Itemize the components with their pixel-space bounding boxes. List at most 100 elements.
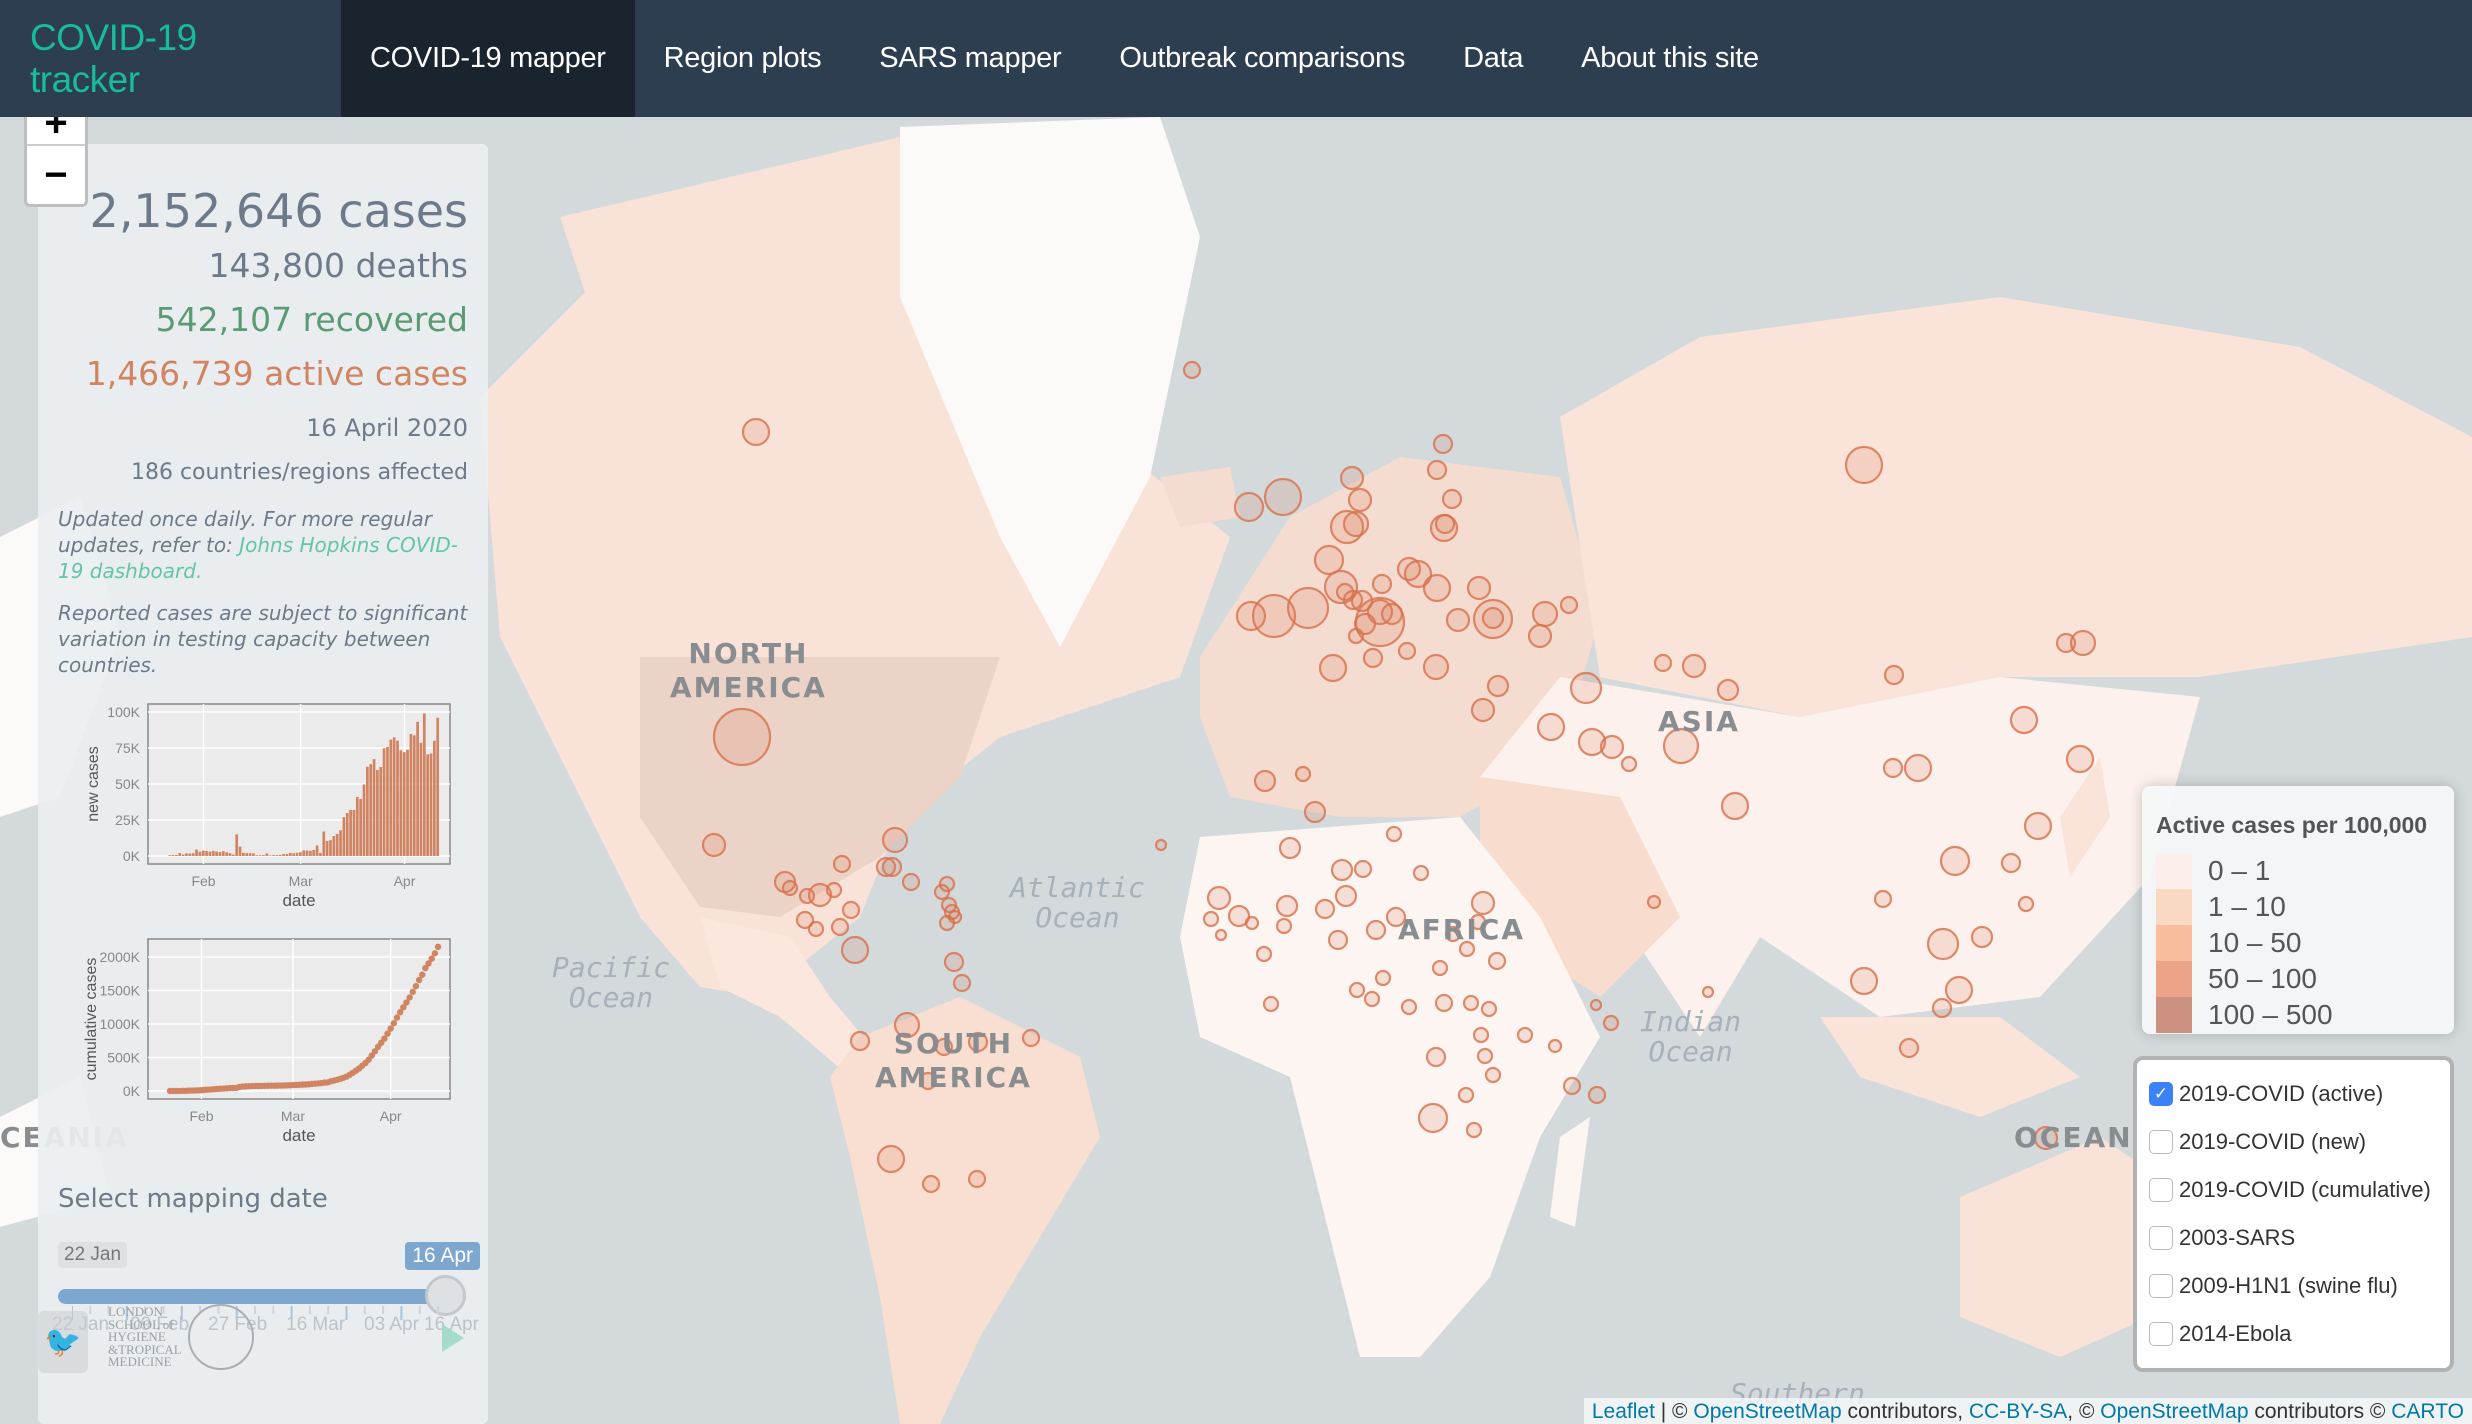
bar — [362, 784, 366, 856]
layer-option-covid-cumulative[interactable]: 2019-COVID (cumulative) — [2149, 1166, 2438, 1214]
case-bubble — [1849, 966, 1879, 996]
bar — [355, 796, 359, 856]
layer-label: 2019-COVID (cumulative) — [2179, 1177, 2431, 1202]
nav-region-plots[interactable]: Region plots — [635, 0, 851, 117]
legend-label: 1 – 10 — [2208, 891, 2286, 922]
case-bubble — [1397, 641, 1417, 661]
bar — [215, 851, 218, 856]
case-bubble — [1844, 445, 1884, 485]
bar — [208, 851, 212, 856]
attribution-text: | © — [1654, 1400, 1694, 1423]
checkbox-checked-icon[interactable]: ✓ — [2149, 1082, 2173, 1106]
bar — [258, 855, 262, 856]
case-bubble — [1275, 894, 1299, 918]
case-bubble — [1327, 929, 1349, 951]
bar — [175, 855, 178, 856]
case-bubble — [1362, 647, 1384, 669]
case-bubble — [1214, 928, 1228, 942]
twitter-icon: 🐦 — [44, 1325, 82, 1359]
case-bubble — [881, 856, 903, 878]
layer-option-covid-active[interactable]: ✓ 2019-COVID (active) — [2149, 1070, 2438, 1118]
x-tick-label: Apr — [394, 873, 416, 889]
bar — [332, 836, 336, 856]
report-date: 16 April 2020 — [306, 414, 468, 442]
y-tick-label: 100K — [107, 704, 140, 720]
nav-sars-mapper[interactable]: SARS mapper — [850, 0, 1090, 117]
slider-tick-label: 16 Mar — [286, 1314, 346, 1335]
bar — [178, 852, 182, 856]
case-bubble — [1182, 360, 1202, 380]
leaflet-link[interactable]: Leaflet — [1592, 1400, 1655, 1423]
case-bubble — [1480, 1000, 1498, 1018]
date-slider-track[interactable] — [58, 1289, 438, 1304]
nav-covid-mapper[interactable]: COVID-19 mapper — [341, 0, 635, 117]
case-bubble — [1330, 858, 1354, 882]
bar — [205, 850, 208, 856]
bar — [185, 853, 188, 856]
checkbox-icon[interactable] — [2149, 1226, 2173, 1250]
cc-by-sa-link[interactable]: CC-BY-SA — [1969, 1400, 2067, 1423]
case-bubble — [1233, 491, 1265, 523]
case-bubble — [2017, 895, 2035, 913]
layer-option-ebola[interactable]: 2014-Ebola — [2149, 1310, 2438, 1358]
case-bubble — [1903, 753, 1933, 783]
bar — [376, 770, 379, 856]
bar — [292, 853, 296, 856]
checkbox-icon[interactable] — [2149, 1322, 2173, 1346]
bar — [349, 809, 352, 856]
y-tick-label: 1000K — [100, 1016, 141, 1032]
bar — [221, 851, 225, 856]
case-bubble — [1472, 1026, 1490, 1044]
new-cases-chart: 0K 25K 50K 75K 100K Feb Mar Apr date new cases — [78, 694, 458, 924]
play-animation-button[interactable] — [442, 1324, 464, 1352]
bar — [305, 850, 309, 856]
data-point — [406, 994, 413, 1001]
checkbox-icon[interactable] — [2149, 1274, 2173, 1298]
bar — [325, 840, 329, 856]
y-axis-label: cumulative cases — [83, 958, 100, 1081]
bar — [282, 854, 285, 856]
checkbox-icon[interactable] — [2149, 1130, 2173, 1154]
osm-link[interactable]: OpenStreetMap — [1693, 1400, 1841, 1423]
case-bubble — [1562, 1076, 1582, 1096]
nav-outbreak-comparisons[interactable]: Outbreak comparisons — [1090, 0, 1434, 117]
layer-option-covid-new[interactable]: 2019-COVID (new) — [2149, 1118, 2438, 1166]
bar — [278, 854, 282, 856]
case-bubble — [1587, 1085, 1607, 1105]
case-bubble — [849, 1030, 871, 1052]
bar — [342, 817, 346, 856]
zoom-out-button[interactable]: − — [27, 146, 85, 204]
bar — [201, 850, 205, 856]
case-bubble — [1314, 898, 1336, 920]
nav-about[interactable]: About this site — [1552, 0, 1788, 117]
bar — [275, 855, 279, 856]
data-point — [434, 943, 442, 951]
case-bubble — [1432, 433, 1454, 455]
case-bubble — [798, 887, 816, 905]
nav-data[interactable]: Data — [1434, 0, 1552, 117]
zoom-control: + − — [24, 117, 88, 207]
checkbox-icon[interactable] — [2149, 1178, 2173, 1202]
case-bubble — [1154, 838, 1168, 852]
bar — [335, 833, 339, 856]
data-point — [419, 971, 426, 978]
layer-option-h1n1[interactable]: 2009-H1N1 (swine flu) — [2149, 1262, 2438, 1310]
case-bubble — [712, 707, 772, 767]
layer-option-sars[interactable]: 2003-SARS — [2149, 1214, 2438, 1262]
zoom-in-button[interactable]: + — [27, 117, 85, 146]
bar — [365, 766, 369, 856]
case-bubble — [1275, 917, 1293, 935]
twitter-share-button[interactable]: 🐦 — [38, 1311, 88, 1373]
bar — [409, 733, 413, 856]
case-bubble — [1470, 890, 1496, 916]
total-recovered: 542,107 recovered — [155, 300, 468, 339]
bar — [171, 855, 175, 856]
bar — [168, 855, 172, 856]
osm-link-2[interactable]: OpenStreetMap — [2100, 1400, 2248, 1423]
case-bubble — [943, 951, 965, 973]
bar — [245, 853, 249, 856]
carto-link[interactable]: CARTO — [2391, 1400, 2464, 1423]
brand-link[interactable]: COVID-19 tracker — [0, 0, 341, 117]
case-bubble — [1334, 884, 1358, 908]
layer-label: 2019-COVID (new) — [2179, 1129, 2367, 1154]
